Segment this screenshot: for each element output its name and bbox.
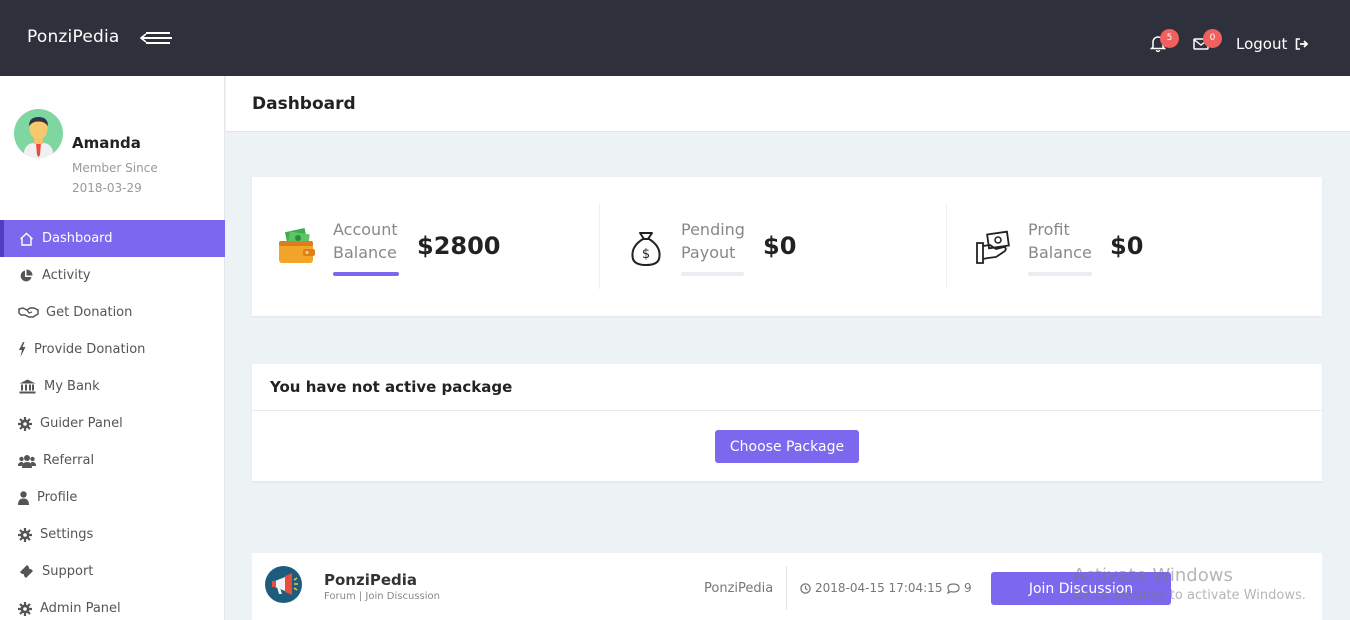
sidebar-item-guider-panel[interactable]: Guider Panel: [0, 405, 225, 442]
money-bag-icon: $: [631, 232, 661, 266]
sidebar-item-my-bank[interactable]: My Bank: [0, 368, 225, 405]
avatar-icon: [24, 117, 53, 158]
notifications-badge: 5: [1160, 29, 1179, 48]
home-icon: [17, 231, 35, 247]
forum-comment-count: 9: [947, 581, 972, 595]
forum-subtitle: Forum | Join Discussion: [324, 591, 440, 602]
sidebar-item-support[interactable]: Support: [0, 553, 225, 590]
stat-value: $2800: [417, 232, 501, 260]
stat-label: Account Balance: [333, 220, 398, 262]
bank-icon: [17, 379, 37, 395]
sidebar-item-referral[interactable]: Referral: [0, 442, 225, 479]
notifications-button[interactable]: 5: [1149, 29, 1179, 54]
users-icon: [17, 453, 36, 469]
logout-label: Logout: [1236, 35, 1288, 53]
sidebar-item-provide-donation[interactable]: Provide Donation: [0, 331, 225, 368]
sidebar: Amanda Member Since 2018-03-29 Dashboard…: [0, 76, 225, 620]
gear-icon: [17, 416, 33, 432]
stat-progress-bar: [681, 272, 744, 276]
stat-label: Profit Balance: [1028, 220, 1092, 262]
sidebar-item-label: Provide Donation: [34, 342, 146, 357]
stat-pending-payout: $ Pending Payout $0: [599, 177, 946, 316]
svg-text:$: $: [642, 247, 650, 262]
megaphone-icon: [272, 573, 298, 595]
stat-account-balance: Account Balance $2800: [252, 177, 599, 316]
join-discussion-button[interactable]: Join Discussion: [991, 572, 1171, 605]
divider: [252, 410, 1322, 411]
sidebar-item-label: Activity: [42, 268, 91, 283]
stat-progress-bar: [1028, 272, 1092, 276]
logout-button[interactable]: Logout: [1236, 35, 1309, 53]
balance-stats-card: Account Balance $2800 $ Pending Payout $…: [252, 177, 1322, 316]
sign-out-icon: [1296, 38, 1309, 50]
sidebar-item-label: Guider Panel: [40, 416, 123, 431]
messages-badge: 0: [1203, 29, 1222, 48]
sidebar-item-label: Admin Panel: [40, 601, 121, 616]
sidebar-item-settings[interactable]: Settings: [0, 516, 225, 553]
sidebar-item-label: Referral: [43, 453, 95, 468]
cash-hand-icon: [976, 230, 1010, 264]
pie-chart-icon: [17, 268, 35, 284]
member-since-date: 2018-03-29: [72, 181, 142, 195]
comment-icon: [947, 582, 960, 594]
bolt-icon: [17, 342, 27, 358]
sidebar-item-label: Get Donation: [46, 305, 133, 320]
page-title: Dashboard: [252, 94, 356, 114]
forum-card: PonziPedia Forum | Join Discussion Ponzi…: [252, 553, 1322, 620]
stat-value: $0: [763, 232, 797, 260]
divider: [786, 566, 787, 610]
stat-profit-balance: Profit Balance $0: [946, 177, 1322, 316]
sidebar-nav: Dashboard Activity Get Donation Provide …: [0, 220, 225, 620]
brand-logo[interactable]: PonziPedia: [27, 27, 120, 47]
choose-package-button[interactable]: Choose Package: [715, 430, 859, 463]
sidebar-item-profile[interactable]: Profile: [0, 479, 225, 516]
user-icon: [17, 490, 30, 506]
forum-name[interactable]: PonziPedia: [324, 571, 417, 589]
avatar[interactable]: [14, 109, 63, 158]
sidebar-item-get-donation[interactable]: Get Donation: [0, 294, 225, 331]
sidebar-item-label: Settings: [40, 527, 94, 542]
forum-logo: [265, 566, 302, 603]
wallet-icon: [279, 228, 315, 263]
top-navbar: PonziPedia 5 0 Logout: [0, 0, 1350, 76]
handshake-icon: [17, 305, 39, 321]
package-status-title: You have not active package: [270, 378, 513, 396]
messages-button[interactable]: 0: [1193, 29, 1222, 54]
gear-icon: [17, 601, 33, 617]
user-name: Amanda: [72, 134, 141, 152]
stat-progress-bar: [333, 272, 399, 276]
forum-author: PonziPedia: [704, 581, 774, 596]
ticket-icon: [17, 564, 35, 580]
sidebar-item-dashboard[interactable]: Dashboard: [0, 220, 225, 257]
stat-progress-fill: [333, 272, 399, 276]
sidebar-item-label: My Bank: [44, 379, 100, 394]
package-card: You have not active package Choose Packa…: [252, 364, 1322, 481]
clock-icon: [800, 582, 811, 594]
stat-value: $0: [1110, 232, 1144, 260]
menu-toggle-icon[interactable]: [140, 29, 174, 47]
sidebar-item-label: Dashboard: [42, 231, 113, 246]
sidebar-item-activity[interactable]: Activity: [0, 257, 225, 294]
stat-label: Pending Payout: [681, 220, 745, 262]
sidebar-item-label: Support: [42, 564, 94, 579]
forum-datetime: 2018-04-15 17:04:15: [800, 581, 942, 595]
sidebar-item-label: Profile: [37, 490, 78, 505]
gear-icon: [17, 527, 33, 543]
sidebar-item-admin-panel[interactable]: Admin Panel: [0, 590, 225, 620]
page-header: Dashboard: [226, 76, 1350, 132]
member-since-label: Member Since: [72, 161, 158, 175]
